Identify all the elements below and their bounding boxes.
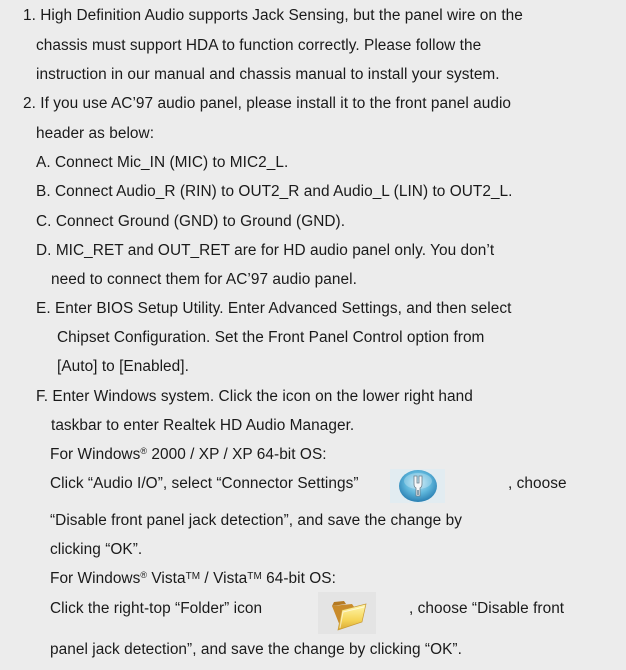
manual-page: 1. High Definition Audio supports Jack S… [0, 0, 626, 670]
step-f-line-2: taskbar to enter Realtek HD Audio Manage… [51, 417, 355, 434]
step-a: A. Connect Mic_IN (MIC) to MIC2_L. [36, 154, 289, 171]
vista-pre: For Windows [50, 570, 141, 587]
folder-icon [318, 592, 376, 634]
vista-post: 64-bit OS: [261, 570, 336, 587]
step-d-line-2: need to connect them for AC’97 audio pan… [51, 271, 357, 288]
note-2-line-1: 2. If you use AC’97 audio panel, please … [23, 95, 512, 112]
windows-2000-click-line: Click “Audio I/O”, select “Connector Set… [50, 475, 359, 492]
windows-2000-post: 2000 / XP / XP 64-bit OS: [147, 446, 327, 463]
note-1-line-1: 1. High Definition Audio supports Jack S… [23, 7, 523, 24]
trademark-mark: TM [247, 571, 262, 582]
vista-mid-2: / Vista [200, 570, 248, 587]
vista-mid-1: Vista [147, 570, 186, 587]
note-1-line-3: instruction in our manual and chassis ma… [36, 66, 500, 83]
step-e-line-3: [Auto] to [Enabled]. [57, 358, 189, 375]
windows-vista-heading: For Windows® VistaTM / VistaTM 64-bit OS… [50, 569, 336, 589]
step-b: B. Connect Audio_R (RIN) to OUT2_R and A… [36, 183, 513, 200]
step-e-line-1: E. Enter BIOS Setup Utility. Enter Advan… [36, 300, 512, 317]
step-d-line-1: D. MIC_RET and OUT_RET are for HD audio … [36, 242, 495, 259]
vista-click-line: Click the right-top “Folder” icon [50, 600, 263, 617]
windows-2000-choose: , choose [508, 475, 567, 492]
step-e-line-2: Chipset Configuration. Set the Front Pan… [57, 329, 485, 346]
windows-2000-heading: For Windows® 2000 / XP / XP 64-bit OS: [50, 445, 327, 465]
vista-line-b: panel jack detection”, and save the chan… [50, 641, 462, 658]
trademark-mark: TM [185, 571, 201, 582]
windows-2000-line-b: “Disable front panel jack detection”, an… [50, 512, 462, 529]
vista-choose: , choose “Disable front [409, 600, 565, 617]
windows-2000-pre: For Windows [50, 446, 141, 463]
step-f-line-1: F. Enter Windows system. Click the icon … [36, 388, 473, 405]
note-1-line-2: chassis must support HDA to function cor… [36, 37, 482, 54]
step-c: C. Connect Ground (GND) to Ground (GND). [36, 213, 346, 230]
connector-settings-icon [390, 469, 445, 503]
windows-2000-line-c: clicking “OK”. [50, 541, 143, 558]
note-2-line-2: header as below: [36, 125, 155, 142]
